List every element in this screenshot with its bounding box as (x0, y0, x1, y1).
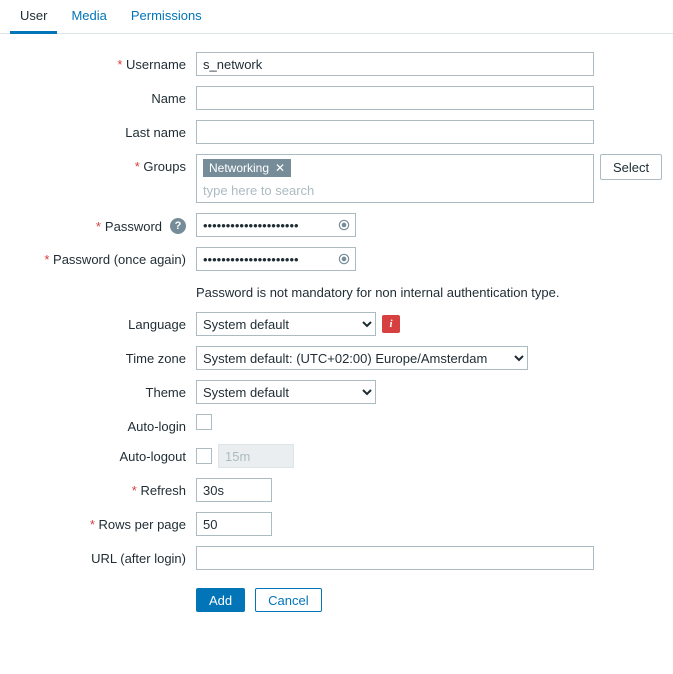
user-form: Username Name Last name Groups Networkin… (0, 34, 673, 630)
theme-select[interactable]: System default (196, 380, 376, 404)
select-groups-button[interactable]: Select (600, 154, 662, 180)
label-password2: Password (once again) (10, 247, 196, 267)
password-eye-icon[interactable] (336, 251, 352, 267)
label-name: Name (10, 86, 196, 106)
refresh-input[interactable] (196, 478, 272, 502)
autologout-checkbox[interactable] (196, 448, 212, 464)
label-rows: Rows per page (10, 512, 196, 532)
password-hint: Password is not mandatory for non intern… (196, 281, 663, 312)
group-tag: Networking ✕ (203, 159, 291, 177)
groups-multiselect[interactable]: Networking ✕ (196, 154, 594, 203)
info-icon[interactable]: i (382, 315, 400, 333)
label-password: Password (105, 219, 162, 234)
tab-permissions[interactable]: Permissions (119, 0, 214, 33)
name-input[interactable] (196, 86, 594, 110)
tab-media[interactable]: Media (59, 0, 118, 33)
help-icon[interactable]: ? (170, 218, 186, 234)
label-groups: Groups (10, 154, 196, 174)
label-timezone: Time zone (10, 346, 196, 366)
autologin-checkbox[interactable] (196, 414, 212, 430)
tabs: User Media Permissions (0, 0, 673, 34)
cancel-button[interactable]: Cancel (255, 588, 321, 612)
groups-search-input[interactable] (203, 181, 587, 200)
label-language: Language (10, 312, 196, 332)
add-button[interactable]: Add (196, 588, 245, 612)
remove-group-icon[interactable]: ✕ (275, 162, 285, 174)
label-refresh: Refresh (10, 478, 196, 498)
label-autologout: Auto-logout (10, 444, 196, 464)
group-tag-label: Networking (209, 161, 269, 175)
password-eye-icon[interactable] (336, 217, 352, 233)
autologout-value: 15m (218, 444, 294, 468)
password-confirm-input[interactable] (196, 247, 356, 271)
lastname-input[interactable] (196, 120, 594, 144)
label-theme: Theme (10, 380, 196, 400)
label-lastname: Last name (10, 120, 196, 140)
url-input[interactable] (196, 546, 594, 570)
timezone-select[interactable]: System default: (UTC+02:00) Europe/Amste… (196, 346, 528, 370)
label-autologin: Auto-login (10, 414, 196, 434)
tab-user[interactable]: User (8, 0, 59, 33)
password-input[interactable] (196, 213, 356, 237)
username-input[interactable] (196, 52, 594, 76)
label-url: URL (after login) (10, 546, 196, 566)
rows-input[interactable] (196, 512, 272, 536)
language-select[interactable]: System default (196, 312, 376, 336)
label-username: Username (10, 52, 196, 72)
